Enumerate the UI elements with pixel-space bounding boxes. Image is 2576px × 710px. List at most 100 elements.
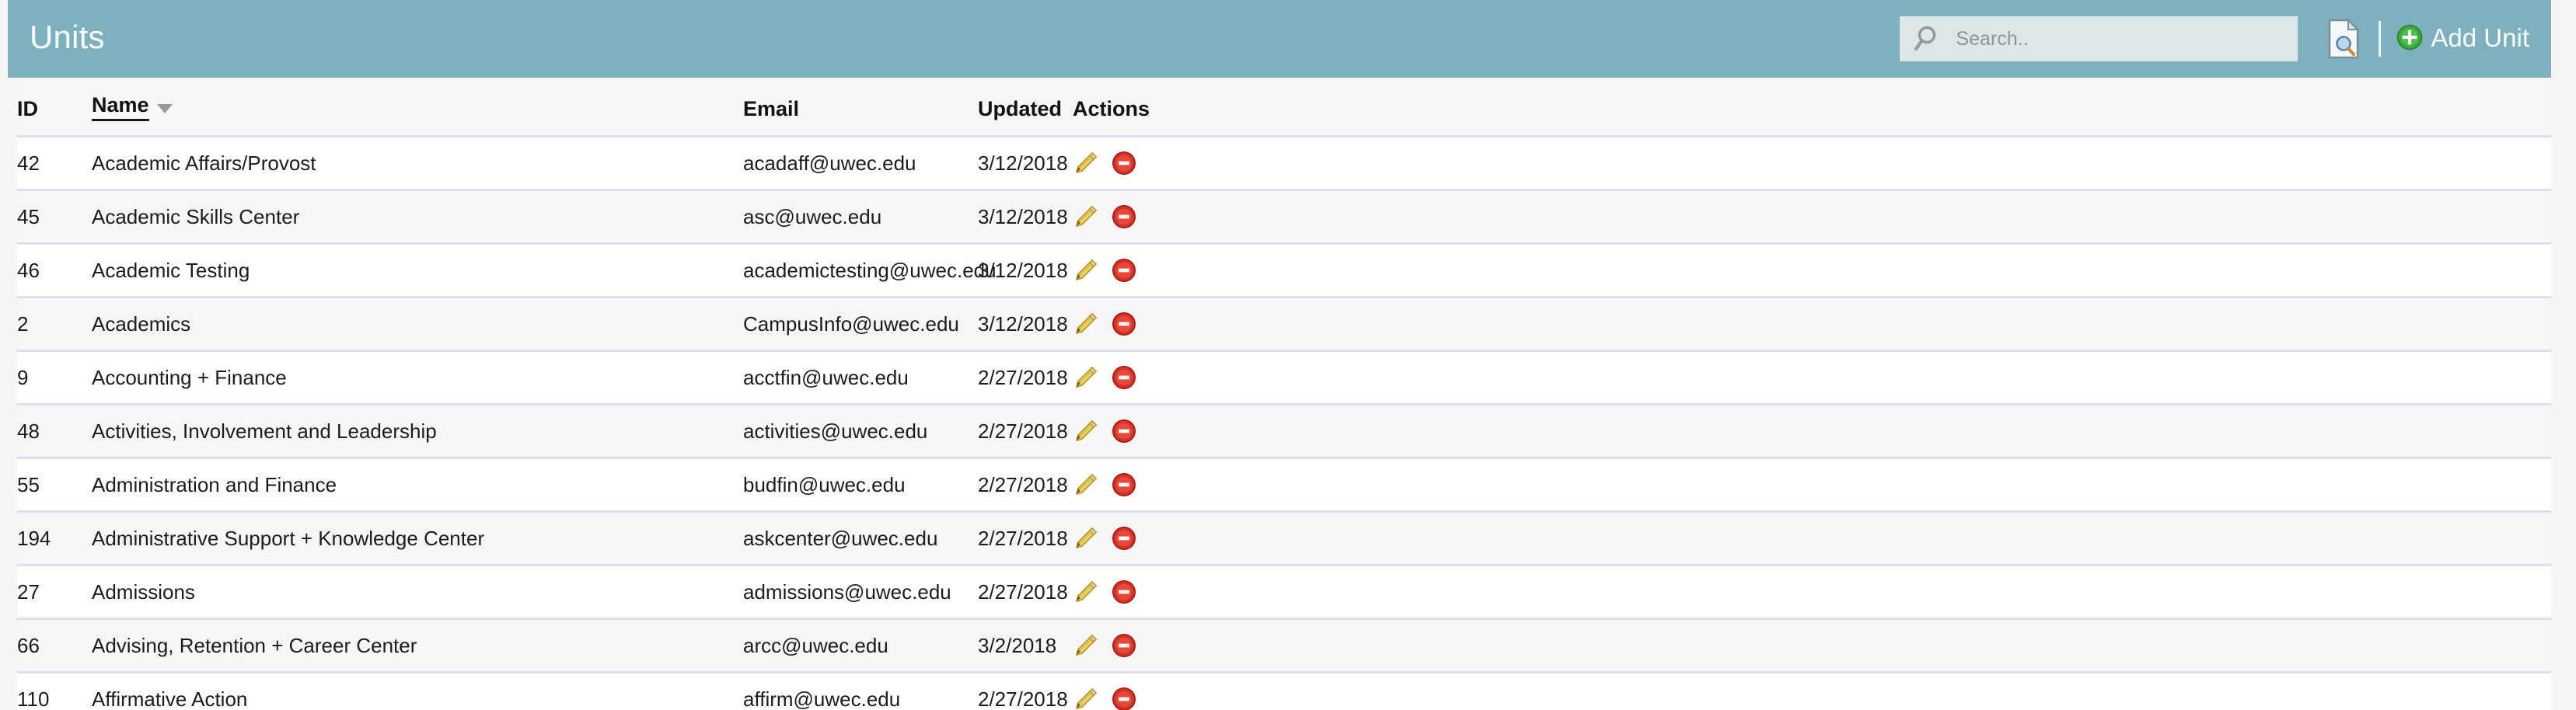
cell-id: 55: [17, 458, 92, 513]
page-header: Units Search.. Add Unit: [8, 0, 2551, 78]
table-header-row: ID Name Email Updated Actions: [17, 78, 2551, 137]
table-row[interactable]: 55 Administration and Finance budfin@uwec.…: [17, 458, 2551, 513]
table-row[interactable]: 110 Affirmative Action affirm@uwec.edu 2/27…: [17, 672, 2551, 710]
column-header-name[interactable]: Name: [92, 78, 743, 137]
edit-icon[interactable]: [1073, 579, 1099, 605]
units-table: ID Name Email Updated Actions 42 Academi…: [17, 78, 2551, 710]
cell-email: arcc@uwec.edu: [743, 618, 978, 673]
cell-id: 194: [17, 511, 92, 566]
delete-icon[interactable]: [1112, 365, 1136, 390]
cell-updated: 2/27/2018: [978, 565, 1073, 620]
cell-actions: [1073, 190, 2551, 245]
cell-email: CampusInfo@uwec.edu: [743, 297, 978, 352]
cell-id: 66: [17, 618, 92, 673]
cell-id: 45: [17, 190, 92, 245]
cell-actions: [1073, 243, 2551, 298]
cell-updated: 2/27/2018: [978, 404, 1073, 459]
search-box[interactable]: [1900, 16, 2299, 61]
cell-name: Academic Testing: [92, 243, 743, 298]
delete-icon[interactable]: [1112, 258, 1136, 283]
cell-name: Academics: [92, 297, 743, 352]
delete-icon[interactable]: [1112, 204, 1136, 229]
edit-icon[interactable]: [1073, 257, 1099, 284]
column-header-id[interactable]: ID: [17, 78, 92, 137]
cell-email: acctfin@uwec.edu: [743, 350, 978, 405]
cell-updated: 2/27/2018: [978, 458, 1073, 513]
edit-icon[interactable]: [1073, 311, 1099, 337]
table-row[interactable]: 66 Advising, Retention + Career Center arc…: [17, 618, 2551, 673]
edit-icon[interactable]: [1073, 632, 1099, 659]
search-input[interactable]: [1945, 16, 2299, 61]
cell-email: acadaff@uwec.edu: [743, 136, 978, 191]
cell-id: 9: [17, 350, 92, 405]
edit-icon[interactable]: [1073, 525, 1099, 552]
cell-updated: 2/27/2018: [978, 672, 1073, 710]
cell-name: Academic Affairs/Provost: [92, 136, 743, 191]
column-label-email: Email: [743, 97, 800, 120]
units-page: Units Search.. Add Unit ID Name Email Up…: [0, 0, 2576, 710]
cell-email: asc@uwec.edu: [743, 190, 978, 245]
cell-email: activities@uwec.edu: [743, 404, 978, 459]
cell-email: academictesting@uwec.edu: [743, 243, 997, 298]
edit-icon[interactable]: [1073, 418, 1099, 444]
cell-updated: 3/2/2018: [978, 618, 1073, 673]
cell-id: 42: [17, 136, 92, 191]
column-header-updated[interactable]: Updated: [978, 78, 1073, 137]
cell-actions: [1073, 350, 2551, 405]
delete-icon[interactable]: [1112, 526, 1136, 551]
cell-email: askcenter@uwec.edu: [743, 511, 978, 566]
table-row[interactable]: 9 Accounting + Finance acctfin@uwec.edu 2/2…: [17, 350, 2551, 405]
cell-actions: [1073, 511, 2551, 566]
table-row[interactable]: 45 Academic Skills Center asc@uwec.edu 3/12…: [17, 190, 2551, 245]
delete-icon[interactable]: [1112, 687, 1136, 710]
column-label-updated: Updated: [978, 97, 1062, 120]
edit-icon[interactable]: [1073, 204, 1099, 230]
table-row[interactable]: 46 Academic Testing academictesting@uwec.e…: [17, 243, 2551, 298]
cell-updated: 3/12/2018: [978, 297, 1073, 352]
cell-actions: [1073, 404, 2551, 459]
cell-id: 48: [17, 404, 92, 459]
document-preview-icon[interactable]: [2319, 15, 2368, 63]
cell-name: Academic Skills Center: [92, 190, 743, 245]
delete-icon[interactable]: [1112, 419, 1136, 444]
delete-icon[interactable]: [1112, 472, 1136, 497]
table-row[interactable]: 48 Activities, Involvement and Leadership…: [17, 404, 2551, 459]
triangle-down-icon: [156, 104, 173, 113]
edit-icon[interactable]: [1073, 686, 1099, 710]
cell-id: 27: [17, 565, 92, 620]
edit-icon[interactable]: [1073, 150, 1099, 176]
cell-id: 110: [17, 672, 92, 710]
delete-icon[interactable]: [1112, 311, 1136, 336]
table-row[interactable]: 42 Academic Affairs/Provost acadaff@uwec.e…: [17, 136, 2551, 191]
page-title: Units: [30, 19, 105, 55]
table-row[interactable]: 194 Administrative Support + Knowledge Ce…: [17, 511, 2551, 566]
table-row[interactable]: 2 Academics CampusInfo@uwec.edu 3/12/2018: [17, 297, 2551, 352]
edit-icon[interactable]: [1073, 472, 1099, 498]
column-label-actions: Actions: [1073, 97, 1150, 120]
units-table-container: ID Name Email Updated Actions 42 Academi…: [17, 78, 2551, 710]
table-body: 42 Academic Affairs/Provost acadaff@uwec.e…: [17, 136, 2551, 710]
cell-name: Advising, Retention + Career Center: [92, 618, 743, 673]
sort-control-name[interactable]: Name: [92, 93, 173, 121]
column-header-actions: Actions: [1073, 78, 2551, 137]
cell-name: Accounting + Finance: [92, 350, 743, 405]
cell-email: affirm@uwec.edu: [743, 672, 978, 710]
cell-actions: [1073, 565, 2551, 620]
cell-id: 2: [17, 297, 92, 352]
cell-id: 46: [17, 243, 92, 298]
cell-email: budfin@uwec.edu: [743, 458, 978, 513]
delete-icon[interactable]: [1112, 579, 1136, 604]
cell-name: Activities, Involvement and Leadership: [92, 404, 743, 459]
delete-icon[interactable]: [1112, 151, 1136, 176]
cell-actions: [1073, 672, 2551, 710]
delete-icon[interactable]: [1112, 633, 1136, 658]
cell-name: Admissions: [92, 565, 743, 620]
column-header-email[interactable]: Email: [743, 78, 978, 137]
cell-updated: 3/12/2018: [978, 243, 1073, 298]
cell-updated: 3/12/2018: [978, 190, 1073, 245]
table-head: ID Name Email Updated Actions: [17, 78, 2551, 137]
add-unit-button[interactable]: Add Unit: [2396, 24, 2540, 54]
table-row[interactable]: 27 Admissions admissions@uwec.edu 2/27/2018: [17, 565, 2551, 620]
cell-name: Administration and Finance: [92, 458, 743, 513]
edit-icon[interactable]: [1073, 364, 1099, 391]
